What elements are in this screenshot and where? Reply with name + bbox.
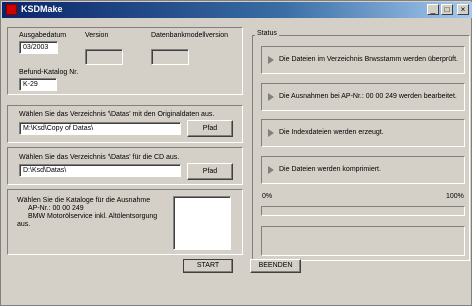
end-button[interactable]: BEENDEN bbox=[250, 259, 301, 273]
maximize-button[interactable]: □ bbox=[441, 4, 453, 15]
status-group-label: Status bbox=[255, 30, 279, 37]
catalog-label-line3: BMW Motorölservice inkl. Altölentsorgung bbox=[28, 213, 158, 220]
ausgabedatum-label: Ausgabedatum bbox=[19, 32, 67, 39]
catalog-label-line2: AP-Nr.: 00 00 249 bbox=[28, 205, 84, 212]
status-item-text: Die Dateien im Verzeichnis Brwsstamm wer… bbox=[279, 56, 458, 63]
catalog-label-line4: aus. bbox=[17, 221, 31, 228]
start-button[interactable]: START bbox=[183, 259, 233, 273]
progress-max-label: 100% bbox=[446, 193, 464, 200]
source-path-field[interactable]: M:\Ksd\Copy of Datas\ bbox=[19, 122, 181, 135]
close-button[interactable]: × bbox=[457, 4, 469, 15]
status-message-box bbox=[261, 226, 465, 256]
minimize-button[interactable]: _ bbox=[427, 4, 439, 15]
catalog-listbox[interactable] bbox=[173, 196, 231, 250]
target-path-field[interactable]: D:\Ksd\Datas\ bbox=[19, 164, 181, 177]
status-item-text: Die Indexdateien werden erzeugt. bbox=[279, 129, 384, 136]
progress-bar bbox=[261, 206, 465, 216]
app-window: KSDMake _ □ × Ausgabedatum 03/2003 Versi… bbox=[0, 0, 472, 306]
arrow-right-icon bbox=[268, 129, 274, 137]
datenbank-label: Datenbankmodellversion bbox=[151, 32, 229, 39]
window-title: KSDMake bbox=[21, 4, 63, 14]
status-item-index: Die Indexdateien werden erzeugt. bbox=[261, 119, 465, 147]
title-bar[interactable]: KSDMake _ □ × bbox=[2, 2, 472, 18]
befund-field[interactable]: K-29 bbox=[19, 78, 57, 91]
status-item-compress: Die Dateien werden komprimiert. bbox=[261, 156, 465, 184]
arrow-right-icon bbox=[268, 93, 274, 101]
version-field bbox=[85, 49, 123, 65]
status-item-text: Die Dateien werden komprimiert. bbox=[279, 166, 381, 173]
progress-min-label: 0% bbox=[262, 193, 273, 200]
target-label: Wählen Sie das Verzeichnis '\Datas' für … bbox=[19, 154, 180, 161]
source-path-button[interactable]: Pfad bbox=[187, 120, 233, 137]
version-label: Version bbox=[85, 32, 109, 39]
target-path-button[interactable]: Pfad bbox=[187, 163, 233, 180]
befund-label: Befund-Katalog Nr. bbox=[19, 69, 79, 76]
source-label: Wählen Sie das Verzeichnis '\Datas' mit … bbox=[19, 111, 215, 118]
datenbank-field bbox=[151, 49, 189, 65]
catalog-label-line1: Wählen Sie die Kataloge für die Ausnahme bbox=[17, 197, 151, 204]
status-item-exceptions: Die Ausnahmen bei AP-Nr.: 00 00 249 werd… bbox=[261, 83, 465, 111]
ausgabedatum-field[interactable]: 03/2003 bbox=[19, 41, 58, 54]
status-item-text: Die Ausnahmen bei AP-Nr.: 00 00 249 werd… bbox=[279, 93, 457, 100]
arrow-right-icon bbox=[268, 166, 274, 174]
app-logo-icon bbox=[6, 4, 17, 15]
status-item-check: Die Dateien im Verzeichnis Brwsstamm wer… bbox=[261, 46, 465, 74]
arrow-right-icon bbox=[268, 56, 274, 64]
